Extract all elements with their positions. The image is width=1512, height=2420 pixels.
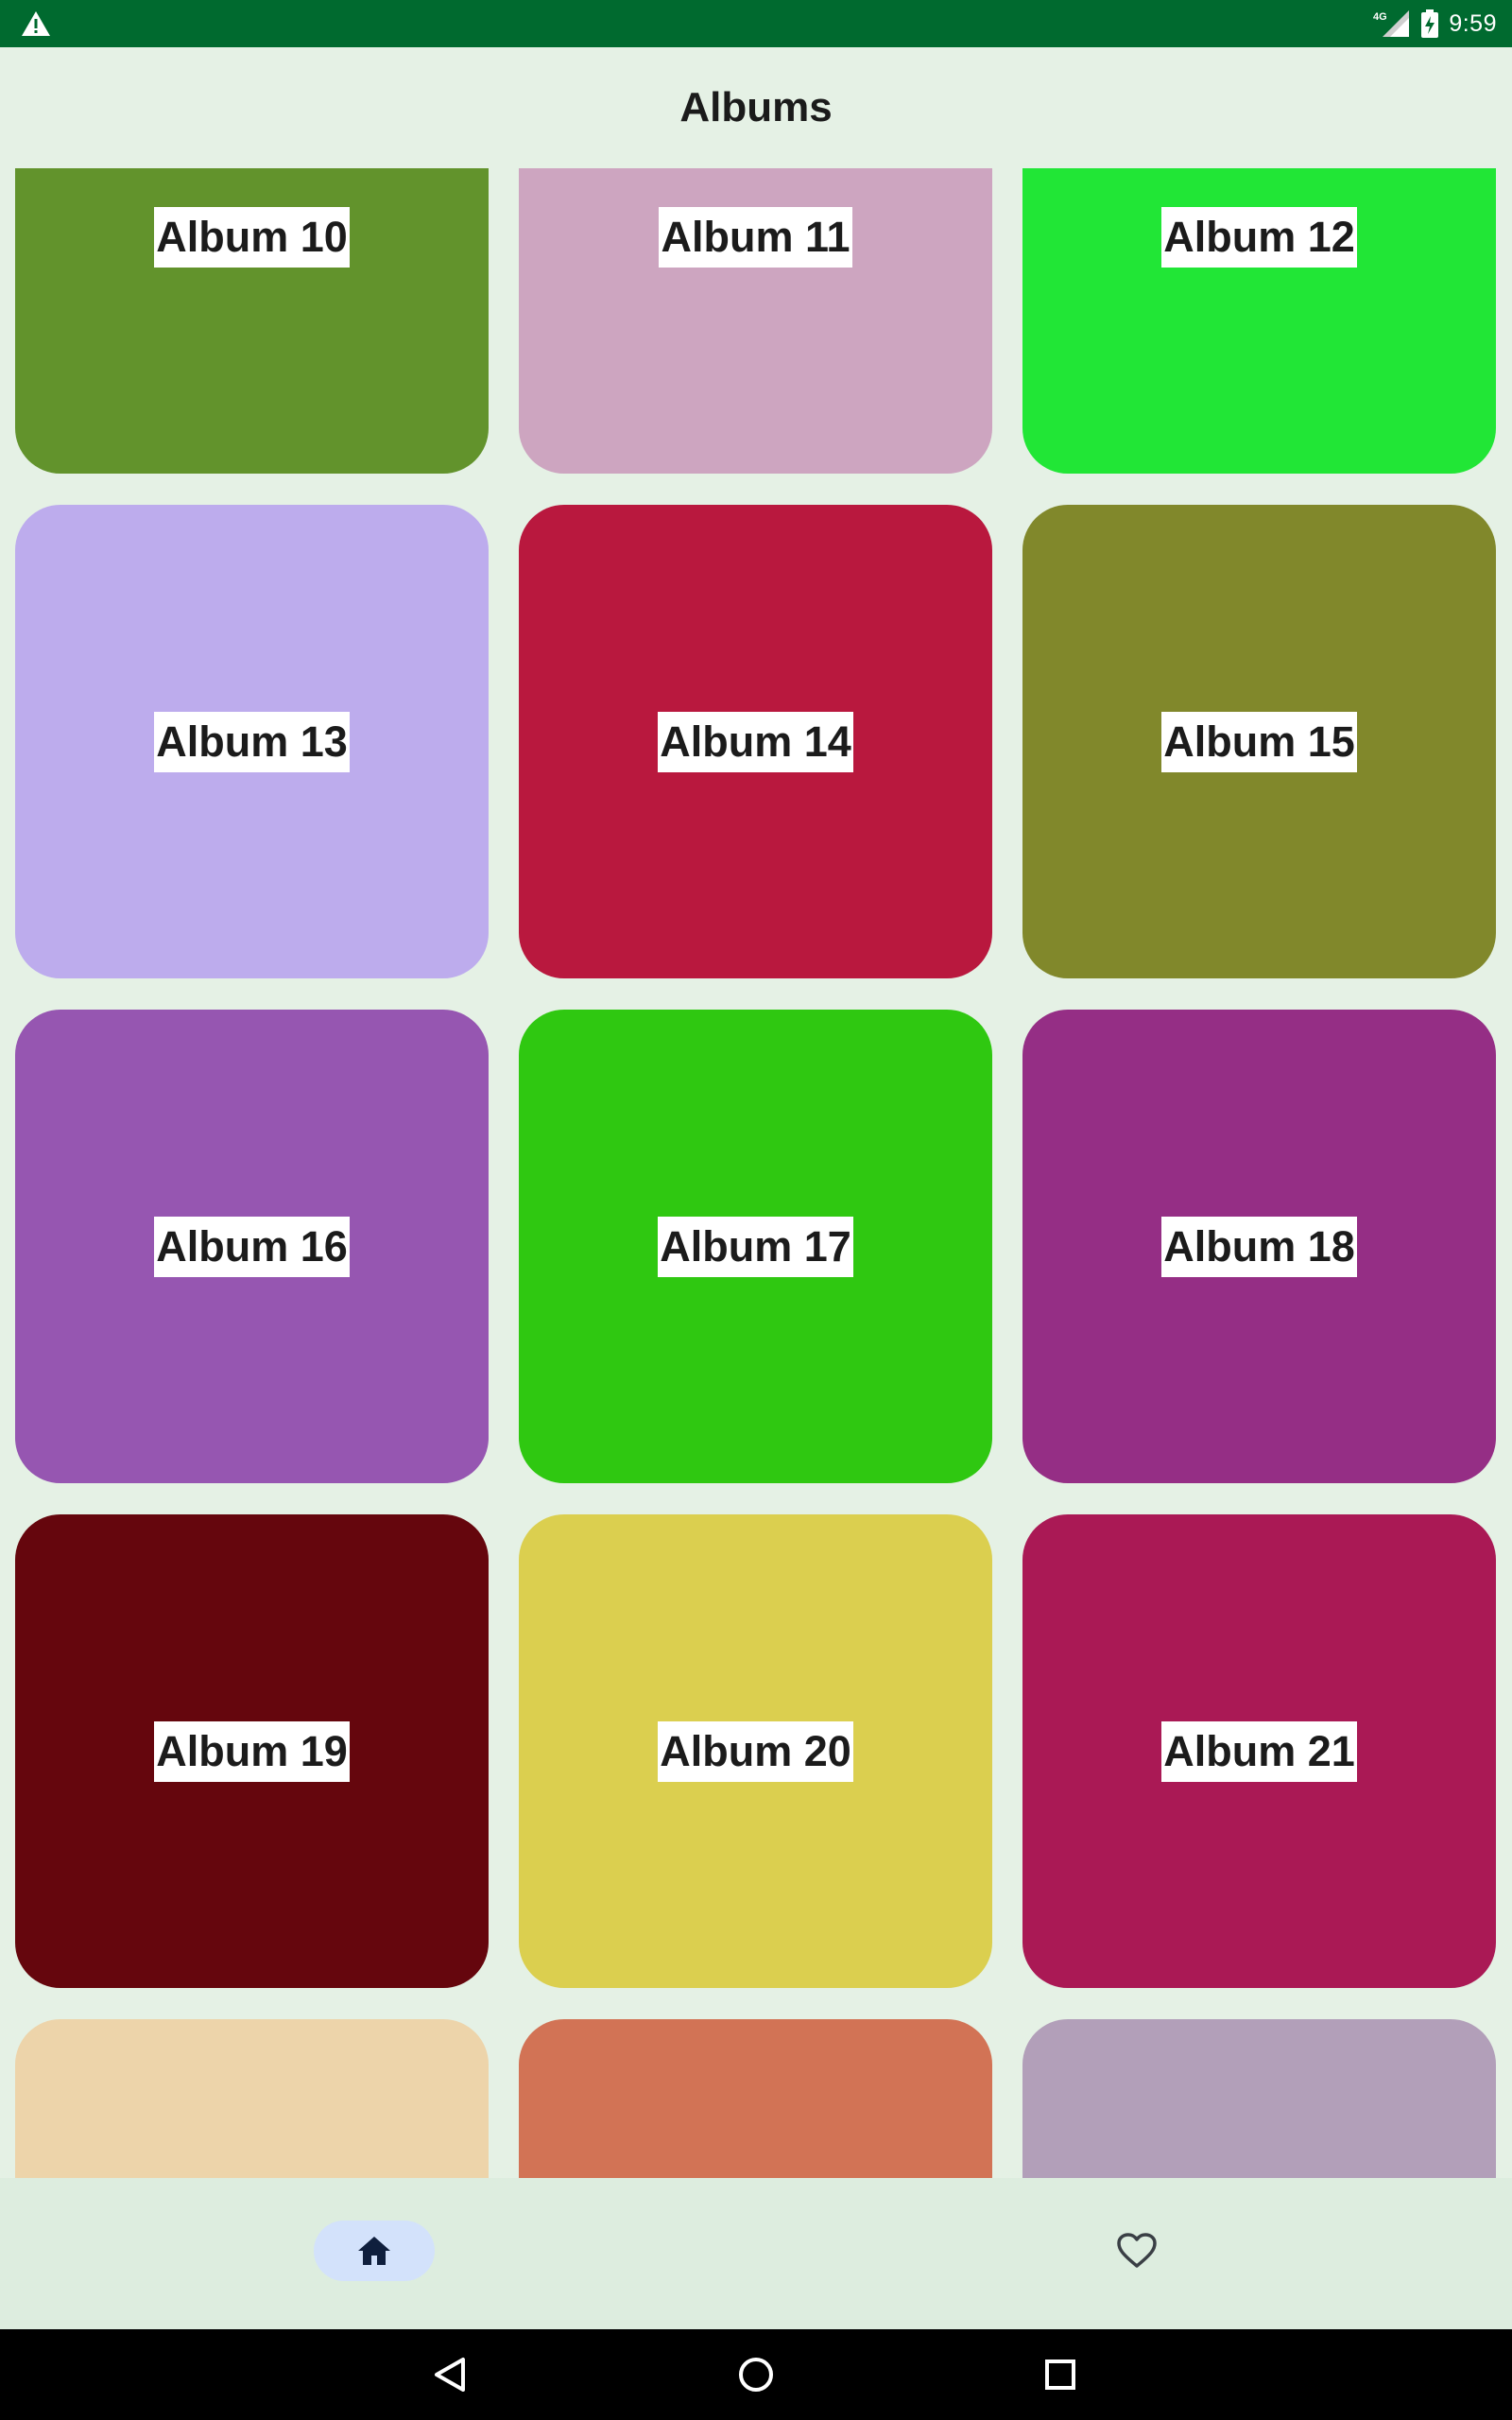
album-tile[interactable]: Album 19	[15, 1514, 489, 1988]
album-title: Album 15	[1161, 711, 1357, 772]
bottom-navigation	[0, 2178, 1512, 2329]
album-grid: Album 10 Album 11 Album 12 Album 13 Album 14…	[15, 168, 1496, 2178]
recents-icon	[1045, 2360, 1075, 2390]
album-title: Album 14	[658, 711, 853, 772]
home-button[interactable]	[733, 2352, 779, 2397]
album-tile[interactable]: Album 20	[519, 1514, 992, 1988]
album-tile[interactable]: Album 24	[1022, 2019, 1496, 2178]
album-title: Album 12	[1161, 206, 1357, 268]
album-title: Album 19	[154, 1720, 350, 1782]
battery-charging-icon	[1421, 9, 1439, 38]
album-tile[interactable]: Album 18	[1022, 1010, 1496, 1483]
album-title: Album 11	[659, 206, 852, 268]
nav-home-tab[interactable]	[314, 2221, 435, 2281]
album-title: Album 21	[1161, 1720, 1357, 1782]
album-tile[interactable]: Album 13	[15, 505, 489, 978]
album-tile[interactable]: Album 14	[519, 505, 992, 978]
album-title: Album 18	[1161, 1216, 1357, 1277]
page-title: Albums	[679, 84, 833, 130]
app-bar: Albums	[0, 47, 1512, 168]
album-tile[interactable]: Album 16	[15, 1010, 489, 1483]
home-circle-icon	[739, 2358, 773, 2392]
album-tile[interactable]: Album 11	[519, 168, 992, 474]
system-navigation-bar	[0, 2329, 1512, 2420]
status-bar: 4G 9:59	[0, 0, 1512, 47]
album-tile[interactable]: Album 12	[1022, 168, 1496, 474]
album-tile[interactable]: Album 23	[519, 2019, 992, 2178]
nav-favorites-tab[interactable]	[1107, 2221, 1167, 2281]
album-tile[interactable]: Album 15	[1022, 505, 1496, 978]
clock: 9:59	[1449, 9, 1497, 37]
album-title: Album 10	[154, 206, 350, 268]
album-tile[interactable]: Album 10	[15, 168, 489, 474]
warning-icon	[22, 11, 50, 36]
status-icons: 4G 9:59	[1373, 0, 1497, 47]
album-title: Album 13	[154, 711, 350, 772]
album-title: Album 17	[658, 1216, 853, 1277]
album-grid-scroll[interactable]: Album 10 Album 11 Album 12 Album 13 Album 14…	[0, 168, 1512, 2178]
back-button[interactable]	[427, 2352, 472, 2397]
album-tile[interactable]: Album 22	[15, 2019, 489, 2178]
recents-button[interactable]	[1038, 2352, 1083, 2397]
home-icon	[358, 2237, 390, 2265]
back-icon	[435, 2358, 465, 2392]
signal-icon: 4G	[1373, 10, 1410, 37]
album-title: Album 16	[154, 1216, 350, 1277]
album-title: Album 20	[658, 1720, 853, 1782]
heart-outline-icon	[1117, 2233, 1157, 2268]
album-tile[interactable]: Album 17	[519, 1010, 992, 1483]
network-type: 4G	[1373, 11, 1387, 23]
album-tile[interactable]: Album 21	[1022, 1514, 1496, 1988]
